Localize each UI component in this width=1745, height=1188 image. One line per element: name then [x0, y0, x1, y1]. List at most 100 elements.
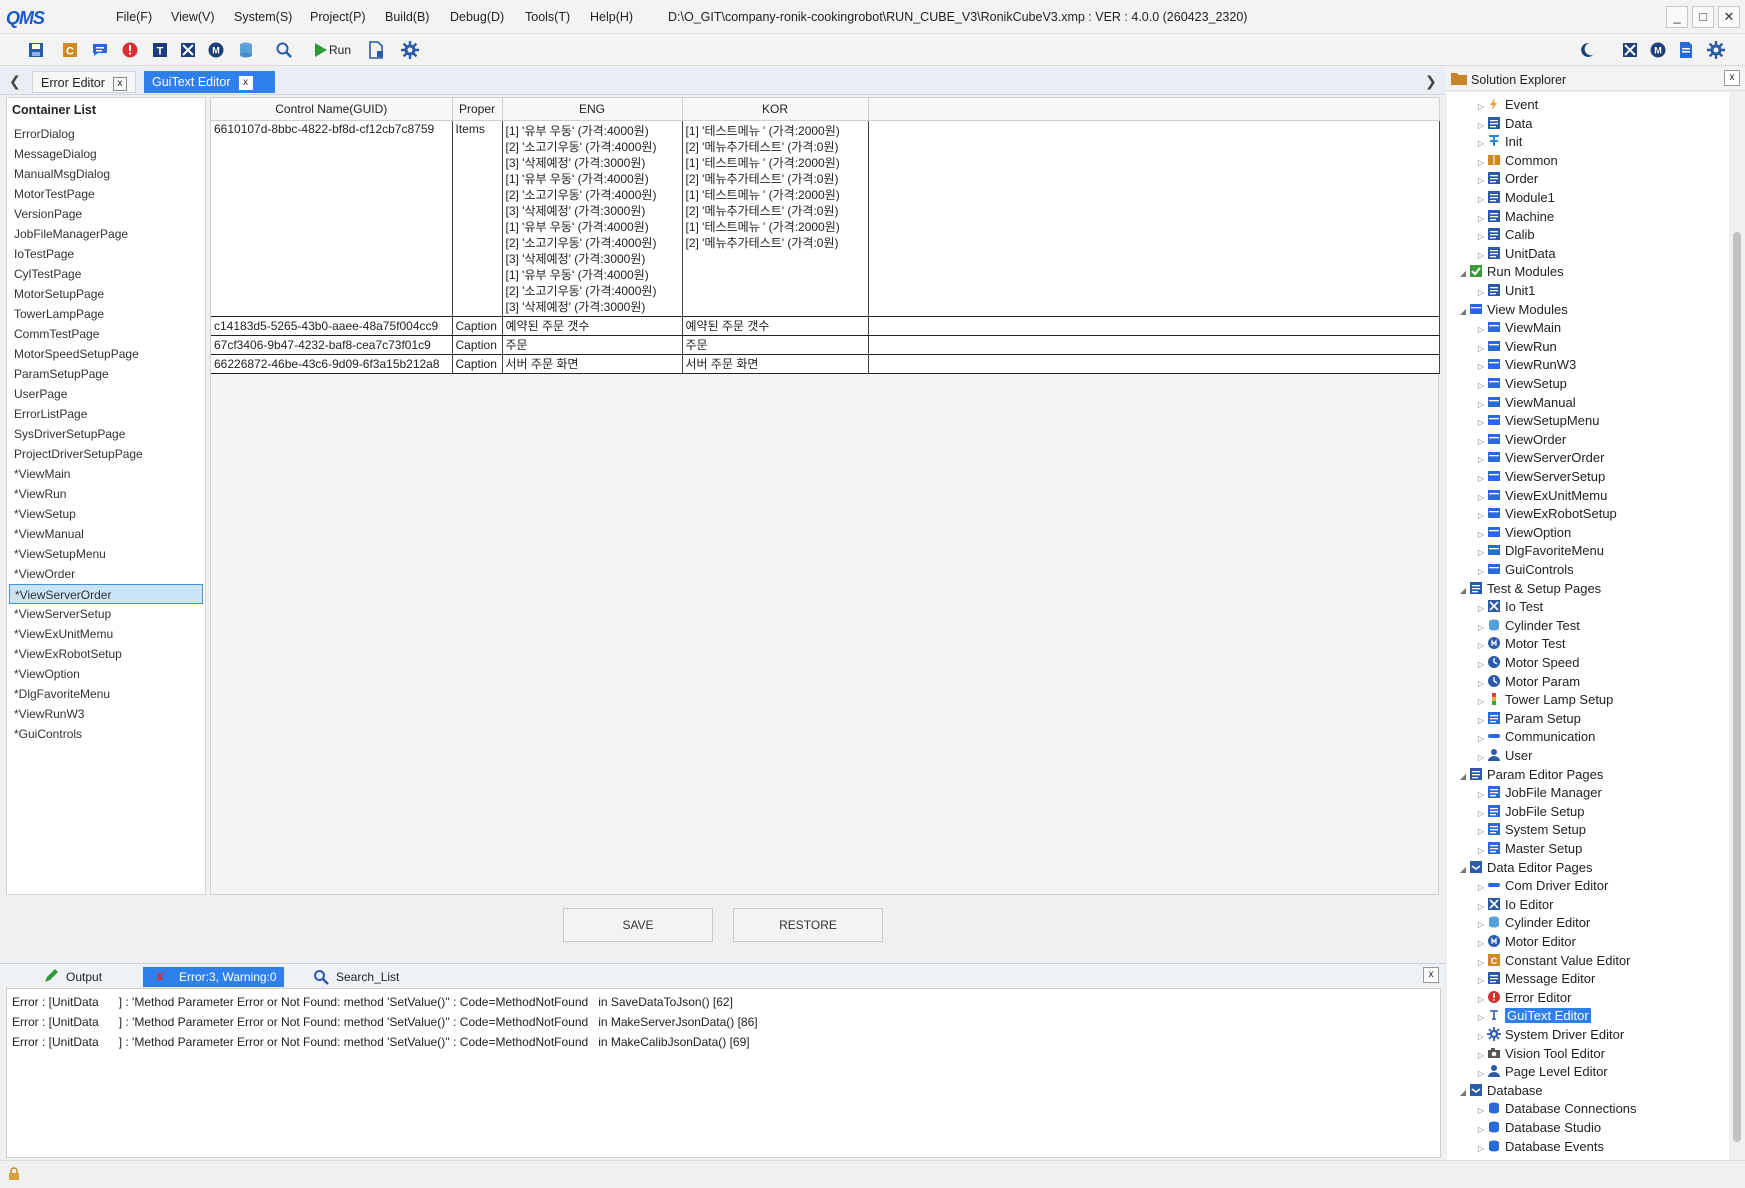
eng-cell[interactable]: 서버 주문 화면	[502, 354, 683, 374]
close-icon[interactable]: x	[1724, 70, 1740, 86]
guid-cell[interactable]: 6610107d-8bbc-4822-bf8d-cf12cb7c8759	[211, 120, 453, 317]
tree-node[interactable]: ▷ System Setup	[1475, 821, 1586, 839]
tree-node[interactable]: ▷ GuiText Editor	[1475, 1007, 1591, 1025]
collapsed-arrow-icon[interactable]: ▷	[1475, 358, 1487, 376]
log-line[interactable]: Error : [UnitData ] : 'Method Parameter …	[12, 1015, 758, 1029]
collapsed-arrow-icon[interactable]: ▷	[1475, 340, 1487, 358]
kor-cell[interactable]: 서버 주문 화면	[682, 354, 869, 374]
guid-cell[interactable]: c14183d5-5265-43b0-aaee-48a75f004cc9	[211, 316, 453, 336]
collapsed-arrow-icon[interactable]: ▷	[1475, 1047, 1487, 1065]
tree-node[interactable]: ▷ Database Connections	[1475, 1100, 1637, 1118]
container-list-item[interactable]: CylTestPage	[7, 264, 205, 284]
container-list-item[interactable]: *ViewSetup	[7, 504, 205, 524]
collapsed-arrow-icon[interactable]: ▷	[1475, 730, 1487, 748]
page-icon[interactable]	[1676, 40, 1696, 60]
column-header-eng[interactable]: ENG	[502, 98, 683, 121]
tree-node[interactable]: ▷ Motor Speed	[1475, 654, 1580, 672]
tab-scroll-left-icon[interactable]: ❮	[9, 73, 21, 90]
log-line[interactable]: Error : [UnitData ] : 'Method Parameter …	[12, 995, 733, 1009]
collapsed-arrow-icon[interactable]: ▷	[1475, 544, 1487, 562]
collapsed-arrow-icon[interactable]: ▷	[1475, 991, 1487, 1009]
tree-node[interactable]: ▷ ViewRunW3	[1475, 356, 1576, 374]
tree-node[interactable]: ◢ Run Modules	[1457, 263, 1564, 281]
collapsed-arrow-icon[interactable]: ▷	[1475, 712, 1487, 730]
tree-node[interactable]: ▷ Data	[1475, 115, 1533, 133]
tree-node[interactable]: ▷ Event	[1475, 96, 1538, 114]
collapsed-arrow-icon[interactable]: ▷	[1475, 1028, 1487, 1046]
menu-tools[interactable]: Tools(T)	[525, 10, 570, 24]
collapsed-arrow-icon[interactable]: ▷	[1475, 935, 1487, 953]
collapsed-arrow-icon[interactable]: ▷	[1475, 321, 1487, 339]
tree-node[interactable]: ▷ ViewMain	[1475, 319, 1561, 337]
collapsed-arrow-icon[interactable]: ▷	[1475, 396, 1487, 414]
tree-node[interactable]: ▷ UnitData	[1475, 245, 1556, 263]
restore-button[interactable]: RESTORE	[733, 908, 883, 942]
container-list-item[interactable]: *DlgFavoriteMenu	[7, 684, 205, 704]
tree-node[interactable]: ▷ ViewSetup	[1475, 375, 1567, 393]
save-icon[interactable]	[26, 40, 46, 60]
tree-node[interactable]: ▷ Param Setup	[1475, 710, 1581, 728]
collapsed-arrow-icon[interactable]: ▷	[1475, 172, 1487, 190]
collapsed-arrow-icon[interactable]: ▷	[1475, 135, 1487, 153]
container-list-item[interactable]: *ViewRun	[7, 484, 205, 504]
container-list-item[interactable]: *ViewOrder	[7, 564, 205, 584]
container-list-item[interactable]: IoTestPage	[7, 244, 205, 264]
tree-node[interactable]: ▷ Error Editor	[1475, 989, 1572, 1009]
expanded-arrow-icon[interactable]: ◢	[1457, 582, 1469, 600]
container-list-item[interactable]: ErrorDialog	[7, 124, 205, 144]
container-list-item[interactable]: VersionPage	[7, 204, 205, 224]
menu-build[interactable]: Build(B)	[385, 10, 429, 24]
tab-error-editor[interactable]: Error Editor x	[32, 71, 136, 93]
error-icon[interactable]	[120, 40, 140, 60]
tree-node[interactable]: ▷ JobFile Setup	[1475, 803, 1585, 821]
collapsed-arrow-icon[interactable]: ▷	[1475, 451, 1487, 469]
text-icon[interactable]: T	[150, 40, 170, 60]
menu-system[interactable]: System(S)	[234, 10, 292, 24]
collapsed-arrow-icon[interactable]: ▷	[1475, 805, 1487, 823]
collapsed-arrow-icon[interactable]: ▷	[1475, 228, 1487, 246]
tree-node[interactable]: ▷ Motor Param	[1475, 673, 1580, 691]
tree-node[interactable]: ▷ Cylinder Editor	[1475, 914, 1590, 932]
collapsed-arrow-icon[interactable]: ▷	[1475, 600, 1487, 618]
tree-node[interactable]: ▷ Communication	[1475, 728, 1595, 746]
menu-project[interactable]: Project(P)	[310, 10, 366, 24]
collapsed-arrow-icon[interactable]: ▷	[1475, 507, 1487, 525]
tree-node[interactable]: ▷ ViewOption	[1475, 524, 1571, 542]
tree-node[interactable]: ▷ System Driver Editor	[1475, 1026, 1624, 1044]
tab-search-list[interactable]: Search_List	[312, 967, 399, 987]
collapsed-arrow-icon[interactable]: ▷	[1475, 1065, 1487, 1083]
tree-node[interactable]: ▷ C Constant Value Editor	[1475, 952, 1631, 970]
motor-icon[interactable]: M	[206, 40, 226, 60]
tree-node[interactable]: ▷ Com Driver Editor	[1475, 877, 1608, 895]
message-icon[interactable]	[90, 40, 110, 60]
table-row[interactable]: 6610107d-8bbc-4822-bf8d-cf12cb7c8759 Ite…	[211, 120, 1440, 317]
container-list-item[interactable]: *ViewServerOrder	[9, 584, 203, 604]
maximize-button[interactable]: □	[1692, 6, 1714, 28]
tree-node[interactable]: ◢ Database	[1457, 1082, 1543, 1100]
container-list-item[interactable]: *ViewExUnitMemu	[7, 624, 205, 644]
tab-scroll-right-icon[interactable]: ❯	[1425, 73, 1437, 90]
container-list-item[interactable]: ProjectDriverSetupPage	[7, 444, 205, 464]
collapsed-arrow-icon[interactable]: ▷	[1475, 433, 1487, 451]
property-cell[interactable]: Caption	[452, 354, 503, 374]
expanded-arrow-icon[interactable]: ◢	[1457, 1084, 1469, 1102]
tree-node[interactable]: ▷ Tower Lamp Setup	[1475, 691, 1613, 709]
container-list-item[interactable]: *ViewOption	[7, 664, 205, 684]
tree-node[interactable]: ▷ Vision Tool Editor	[1475, 1045, 1605, 1063]
document-icon[interactable]	[366, 40, 386, 60]
collapsed-arrow-icon[interactable]: ▷	[1475, 898, 1487, 916]
guid-cell[interactable]: 66226872-46be-43c6-9d09-6f3a15b212a8	[211, 354, 453, 374]
collapsed-arrow-icon[interactable]: ▷	[1475, 916, 1487, 934]
expanded-arrow-icon[interactable]: ◢	[1457, 861, 1469, 879]
tree-node[interactable]: ▷ Machine	[1475, 208, 1554, 226]
tree-node[interactable]: ▷ Page Level Editor	[1475, 1063, 1608, 1081]
column-header-kor[interactable]: KOR	[682, 98, 869, 121]
collapsed-arrow-icon[interactable]: ▷	[1475, 637, 1487, 655]
collapsed-arrow-icon[interactable]: ▷	[1475, 526, 1487, 544]
tree-node[interactable]: ▷ User	[1475, 747, 1533, 765]
container-list-item[interactable]: *ViewManual	[7, 524, 205, 544]
property-cell[interactable]: Items	[452, 120, 503, 317]
container-list-item[interactable]: *ViewServerSetup	[7, 604, 205, 624]
eng-cell[interactable]: [1] '유부 우동' (가격:4000원) [2] '소고기우동' (가격:40…	[502, 120, 683, 317]
tree-node[interactable]: ◢ Param Editor Pages	[1457, 766, 1603, 784]
